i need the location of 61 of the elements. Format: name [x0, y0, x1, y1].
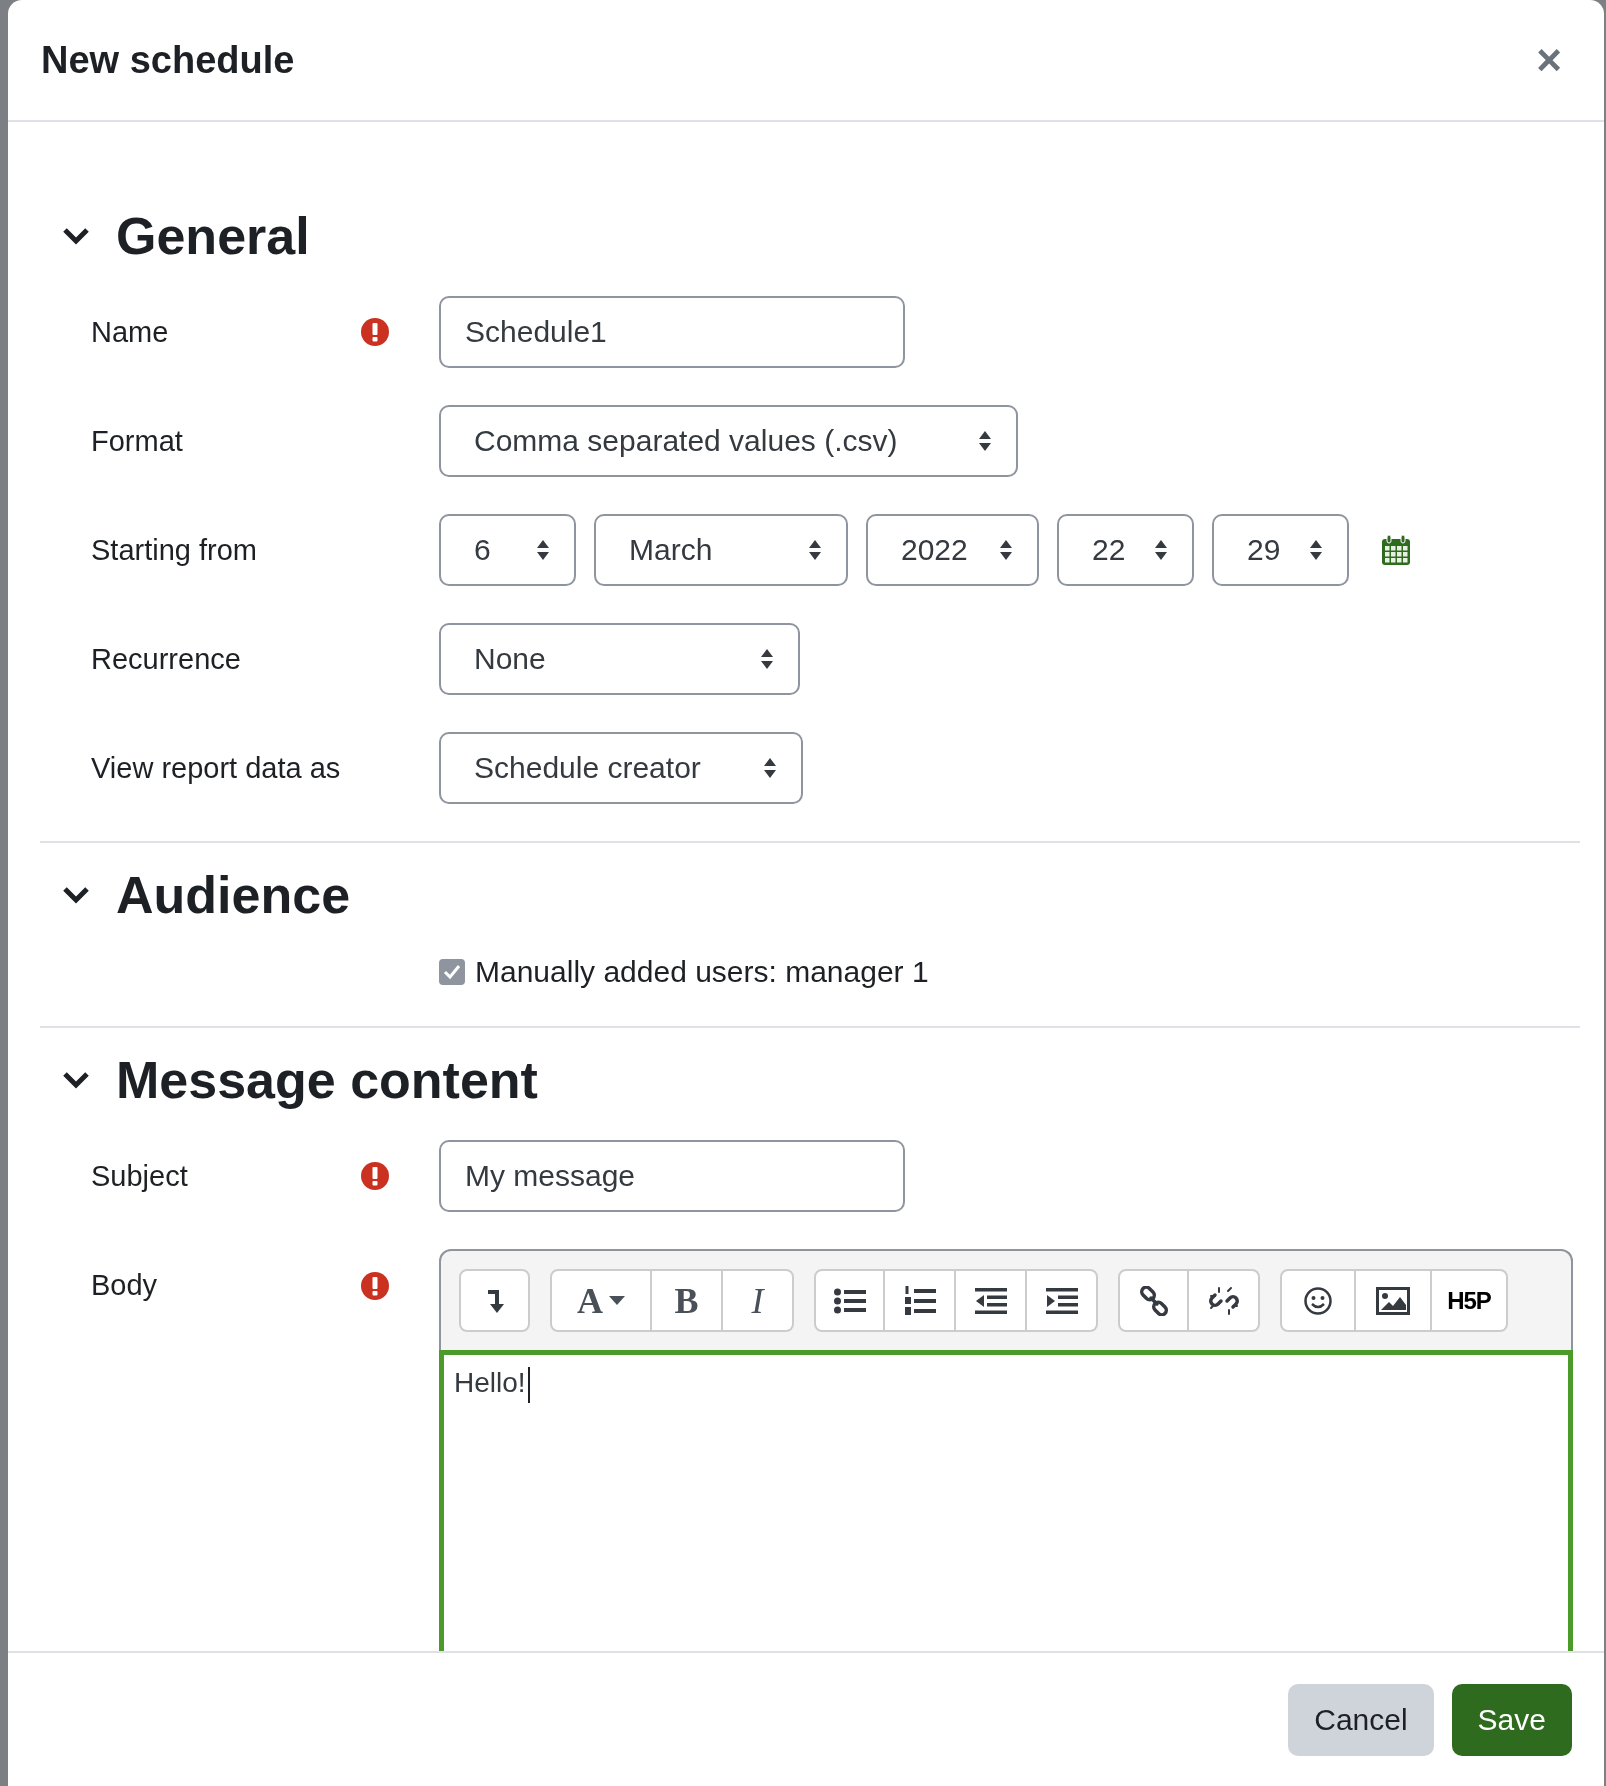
field-label: Subject	[91, 1159, 188, 1193]
bold-button[interactable]: B	[652, 1269, 723, 1332]
select-dropdown[interactable]: Comma separated values (.csv)	[439, 405, 1018, 477]
unlink-icon	[1208, 1285, 1239, 1316]
field-label: Body	[91, 1269, 158, 1302]
caret-icon	[609, 1295, 625, 1306]
chevron-icon[interactable]	[62, 1071, 90, 1089]
field-label: View report data as	[91, 751, 341, 785]
calendar-icon[interactable]	[1381, 534, 1411, 566]
bulleted-list-icon	[833, 1287, 866, 1314]
link-icon	[1138, 1285, 1169, 1316]
indent-icon	[1045, 1287, 1078, 1314]
section-heading[interactable]: Audience	[116, 865, 351, 925]
text-field[interactable]: Schedule1	[439, 296, 905, 368]
smiley-icon	[1303, 1285, 1333, 1316]
indent-button[interactable]	[1027, 1269, 1098, 1332]
collapse-button[interactable]	[459, 1269, 530, 1332]
checkmark-icon	[442, 962, 462, 982]
sort-arrows-icon	[1154, 539, 1168, 561]
field-label: Starting from	[91, 533, 257, 567]
image-button[interactable]	[1356, 1269, 1432, 1332]
h5p-button[interactable]: H5P	[1432, 1269, 1508, 1332]
select-dropdown[interactable]: March	[594, 514, 848, 586]
text-field[interactable]: My message	[439, 1140, 905, 1212]
numbered-list-icon	[903, 1285, 936, 1316]
field-label: Name	[91, 315, 169, 349]
save-button[interactable]: Save	[1451, 1683, 1572, 1756]
unlink-button[interactable]	[1189, 1269, 1260, 1332]
select-dropdown[interactable]: Schedule creator	[439, 732, 803, 804]
close-button[interactable]: ×	[1530, 38, 1568, 82]
numbers-button[interactable]	[885, 1269, 956, 1332]
section-heading[interactable]: General	[116, 206, 310, 266]
bullets-button[interactable]	[814, 1269, 885, 1332]
field-label: Format	[91, 424, 183, 458]
sort-arrows-icon	[763, 757, 777, 779]
select-dropdown[interactable]: 2022	[866, 514, 1039, 586]
dialog-title: New schedule	[41, 38, 295, 82]
chevron-icon[interactable]	[62, 227, 90, 245]
sort-arrows-icon	[999, 539, 1013, 561]
field-label: Recurrence	[91, 642, 241, 676]
outdent-icon	[974, 1287, 1007, 1314]
font-button[interactable]: A	[550, 1269, 652, 1332]
outdent-button[interactable]	[956, 1269, 1027, 1332]
link-button[interactable]	[1118, 1269, 1189, 1332]
sort-arrows-icon	[808, 539, 822, 561]
sort-arrows-icon	[977, 430, 992, 452]
checkbox-label: Manually added users: manager 1	[475, 955, 929, 989]
image-icon	[1376, 1286, 1410, 1315]
checkbox[interactable]	[439, 959, 465, 985]
sort-arrows-icon	[1309, 539, 1323, 561]
sort-arrows-icon	[536, 539, 550, 561]
italic-button[interactable]: I	[723, 1269, 794, 1332]
select-dropdown[interactable]: 29	[1212, 514, 1349, 586]
select-dropdown[interactable]: 6	[439, 514, 576, 586]
cancel-button[interactable]: Cancel	[1288, 1683, 1434, 1756]
sort-arrows-icon	[760, 648, 774, 670]
emoji-button[interactable]	[1280, 1269, 1356, 1332]
select-dropdown[interactable]: 22	[1057, 514, 1194, 586]
section-heading[interactable]: Message content	[116, 1050, 538, 1110]
select-dropdown[interactable]: None	[439, 623, 800, 695]
chevron-icon[interactable]	[62, 886, 90, 904]
